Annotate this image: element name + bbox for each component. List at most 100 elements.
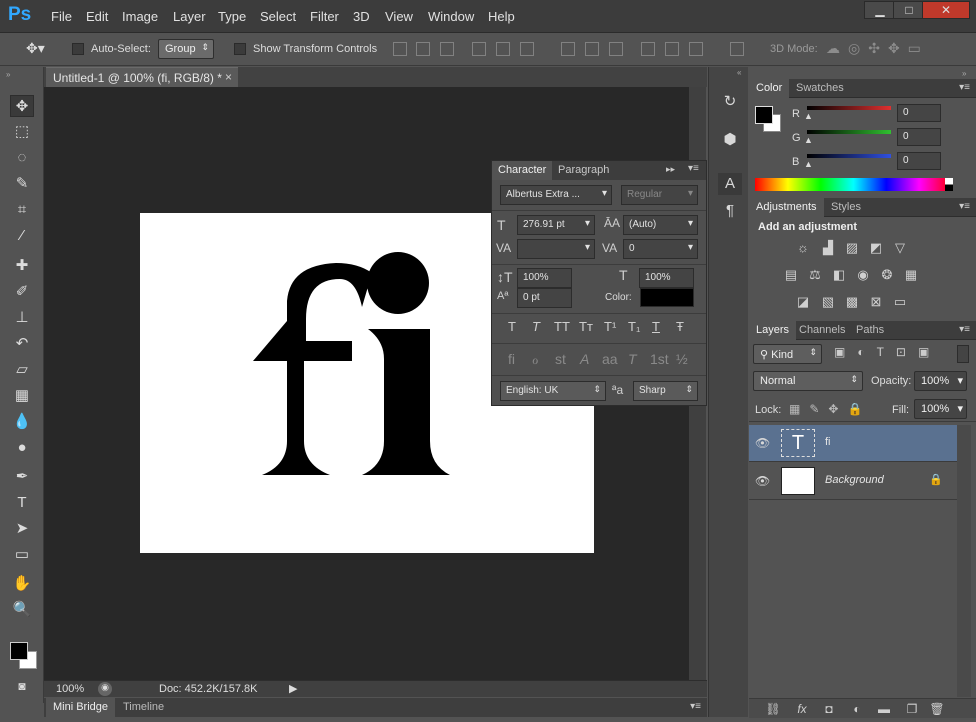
background-layer-thumbnail[interactable] [781, 467, 815, 495]
slider-thumb-icon[interactable]: ▲ [804, 135, 813, 145]
quick-select-tool-icon[interactable]: ✎ [10, 173, 34, 195]
strikethrough-button[interactable]: Ŧ [676, 319, 684, 334]
tab-swatches[interactable]: Swatches [789, 79, 851, 98]
layer-row-fi[interactable]: 👁 T fi [749, 425, 957, 462]
black-white-ramp[interactable] [945, 178, 953, 191]
menu-select[interactable]: Select [260, 9, 296, 24]
subscript-button[interactable]: T₁ [628, 319, 640, 334]
selective-color-icon[interactable]: ⊠ [868, 295, 884, 309]
font-family-dropdown[interactable]: Albertus Extra ... ▾ [500, 185, 612, 205]
panel-menu-icon[interactable]: ▾≡ [959, 82, 970, 93]
document-info[interactable]: Doc: 452.2K/157.8K [159, 683, 257, 695]
layer-row-background[interactable]: 👁 Background 🔒 [749, 463, 957, 500]
move-tool-preset-icon[interactable]: ✥▾ [26, 40, 45, 57]
link-icon[interactable]: ⛓ [765, 702, 781, 716]
baseline-shift-field[interactable]: 0 pt [517, 288, 572, 308]
horizontal-scale-field[interactable]: 100% [639, 268, 694, 288]
mask-icon[interactable]: ◘ [821, 702, 837, 716]
ligatures-button[interactable]: fi [508, 351, 515, 367]
menu-filter[interactable]: Filter [310, 9, 339, 24]
superscript-button[interactable]: T¹ [604, 319, 616, 334]
channel-mixer-icon[interactable]: ❂ [879, 268, 895, 282]
pen-tool-icon[interactable]: ✒ [10, 466, 34, 488]
eyedropper-tool-icon[interactable]: ⁄ [10, 225, 34, 247]
menu-help[interactable]: Help [488, 9, 515, 24]
r-channel-value[interactable]: 0 [897, 104, 941, 122]
close-window-button[interactable]: ✕ [922, 1, 970, 19]
shape-tool-icon[interactable]: ▭ [10, 544, 34, 566]
brush-tool-icon[interactable]: ✐ [10, 281, 34, 303]
share-icon[interactable]: ◉ [98, 682, 112, 696]
layer-name[interactable]: fi [825, 436, 831, 448]
distribute-bottom-icon[interactable] [609, 42, 623, 56]
faux-bold-button[interactable]: T [508, 319, 516, 334]
crop-tool-icon[interactable]: ⌗ [10, 199, 34, 221]
dodge-tool-icon[interactable]: ● [10, 437, 34, 459]
stylistic-alternates-button[interactable]: aa [602, 351, 618, 367]
fx-icon[interactable]: fx [794, 702, 810, 716]
align-vcenter-icon[interactable] [416, 42, 430, 56]
align-left-icon[interactable] [472, 42, 486, 56]
distribute-hcenter-icon[interactable] [665, 42, 679, 56]
black-white-icon[interactable]: ◧ [831, 268, 847, 282]
auto-align-icon[interactable] [730, 42, 744, 56]
gradient-map-icon[interactable]: ▭ [892, 295, 908, 309]
panel-menu-icon[interactable]: ▾≡ [690, 701, 701, 712]
distribute-vcenter-icon[interactable] [585, 42, 599, 56]
tab-character[interactable]: Character [492, 161, 553, 180]
quick-mask-icon[interactable]: ◙ [10, 675, 34, 697]
vibrance-icon[interactable]: ▽ [892, 241, 908, 255]
collapse-toolbox-icon[interactable]: » [6, 70, 10, 79]
minimize-button[interactable]: ▁ [864, 1, 896, 19]
slider-thumb-icon[interactable]: ▲ [804, 159, 813, 169]
panel-menu-icon[interactable]: ▾≡ [959, 201, 970, 212]
tab-styles[interactable]: Styles [824, 198, 868, 217]
auto-select-checkbox[interactable] [72, 43, 84, 55]
healing-brush-icon[interactable]: ✚ [10, 255, 34, 277]
layer-filter-icons[interactable]: ▣◐T⊡▣ [834, 345, 941, 359]
lasso-tool-icon[interactable]: ◌ [10, 147, 34, 169]
small-caps-button[interactable]: Tт [579, 319, 593, 334]
menu-3d[interactable]: 3D [353, 9, 370, 24]
menu-window[interactable]: Window [428, 9, 474, 24]
invert-icon[interactable]: ◪ [795, 295, 811, 309]
g-channel-value[interactable]: 0 [897, 128, 941, 146]
distribute-left-icon[interactable] [641, 42, 655, 56]
menu-file[interactable]: File [51, 9, 72, 24]
align-top-icon[interactable] [393, 42, 407, 56]
antialias-dropdown[interactable]: Sharp ⇕ [633, 381, 698, 401]
tracking-field[interactable]: 0 ▾ [623, 239, 698, 259]
align-hcenter-icon[interactable] [496, 42, 510, 56]
zoom-tool-icon[interactable]: 🔍 [10, 599, 34, 621]
titling-alternates-button[interactable]: T [628, 351, 637, 367]
underline-button[interactable]: T [652, 319, 660, 334]
curves-icon[interactable]: ▨ [844, 241, 860, 255]
font-style-dropdown[interactable]: Regular ▾ [621, 185, 698, 205]
menu-layer[interactable]: Layer [173, 9, 206, 24]
faux-italic-button[interactable]: T [532, 319, 540, 334]
folder-icon[interactable]: ▬ [876, 702, 892, 716]
menu-view[interactable]: View [385, 9, 413, 24]
blend-mode-dropdown[interactable]: Normal ⇕ [753, 371, 863, 391]
zoom-level[interactable]: 100% [56, 683, 84, 695]
3d-panel-icon[interactable]: ⬢ [718, 129, 742, 151]
visibility-eye-icon[interactable]: 👁 [755, 436, 771, 450]
lock-icons[interactable]: ▦✎✥🔒 [789, 402, 871, 416]
menu-type[interactable]: Type [218, 9, 246, 24]
opacity-field[interactable]: 100% ▾ [914, 371, 967, 391]
threshold-icon[interactable]: ▩ [844, 295, 860, 309]
filter-toggle-switch[interactable] [957, 345, 969, 363]
trash-icon[interactable]: 🗑 [929, 702, 945, 716]
discretionary-ligatures-button[interactable]: ℴ [532, 351, 538, 368]
filter-kind-dropdown[interactable]: ⚲ Kind ⇕ [753, 344, 822, 364]
history-brush-icon[interactable]: ↶ [10, 333, 34, 355]
3d-mode-icons[interactable]: ☁◎✣✥▭ [826, 40, 929, 57]
text-layer-thumbnail[interactable]: T [781, 429, 815, 457]
leading-field[interactable]: (Auto) ▾ [623, 215, 698, 235]
tab-channels[interactable]: Channels [792, 321, 852, 340]
auto-select-group-dropdown[interactable]: Group ⇕ [158, 39, 214, 59]
history-panel-icon[interactable]: ↻ [718, 91, 742, 113]
fill-field[interactable]: 100% ▾ [914, 399, 967, 419]
blur-tool-icon[interactable]: 💧 [10, 411, 34, 433]
status-menu-arrow-icon[interactable]: ▶ [289, 682, 297, 695]
